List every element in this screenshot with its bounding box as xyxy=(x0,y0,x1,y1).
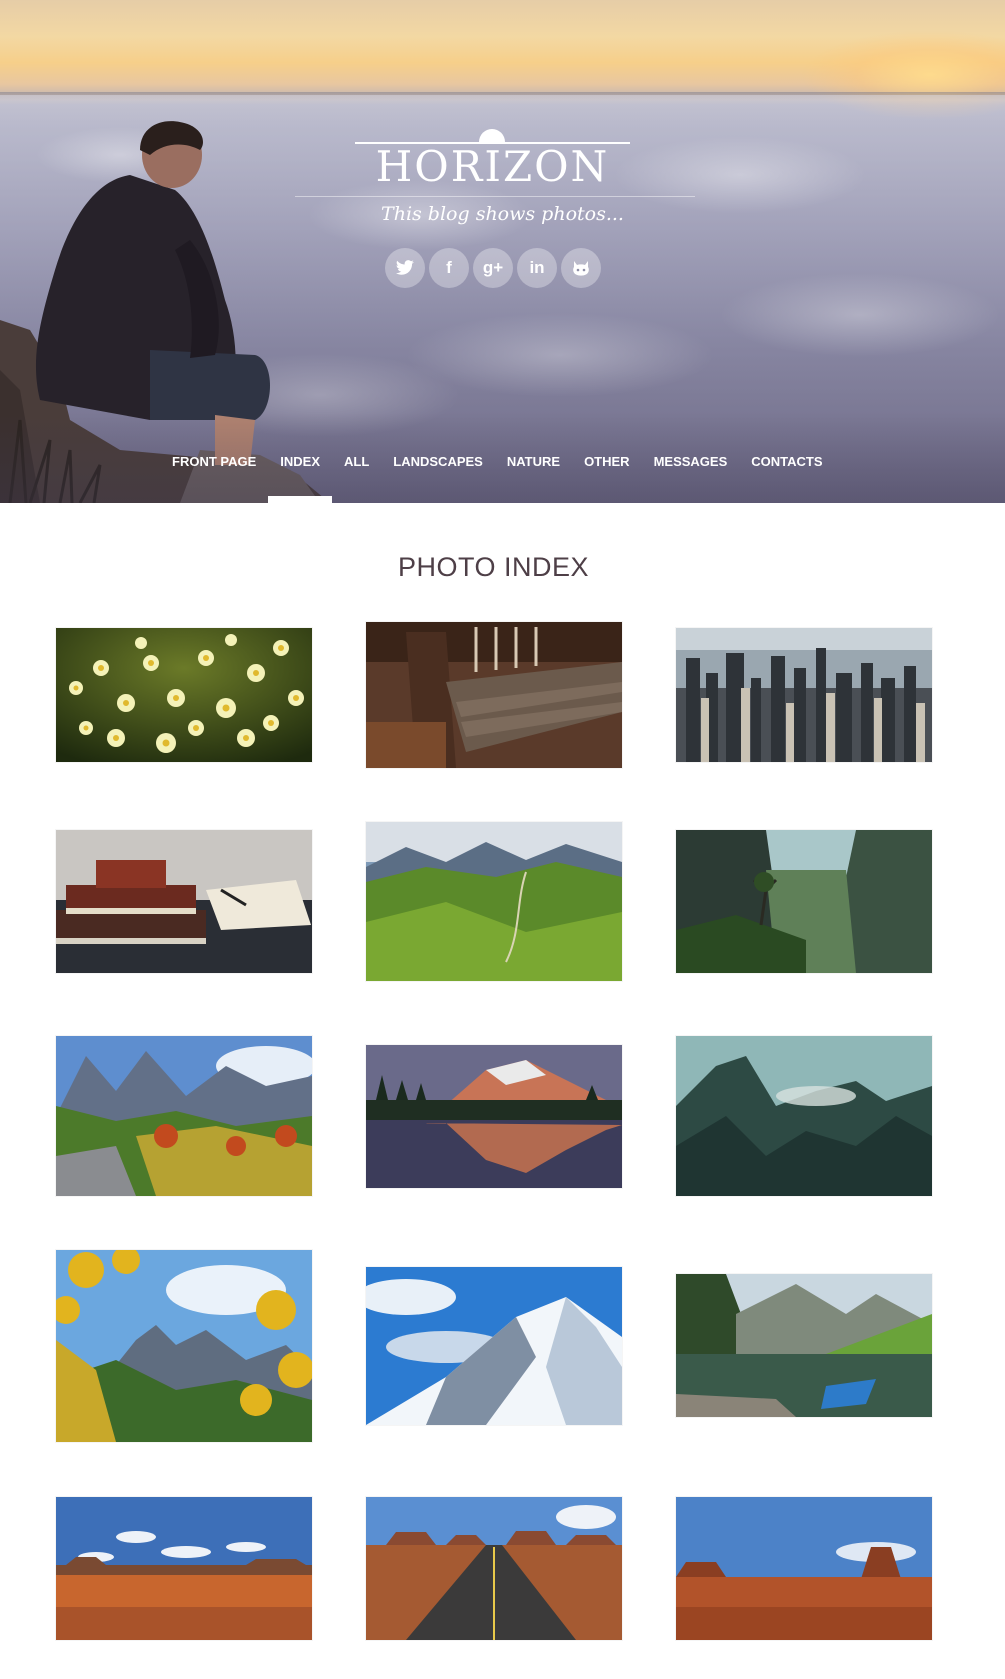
nav-front-page[interactable]: FRONT PAGE xyxy=(160,452,268,472)
linkedin-icon[interactable]: in xyxy=(517,248,557,288)
logo-text: HORIZON xyxy=(375,142,610,191)
nav-landscapes[interactable]: LANDSCAPES xyxy=(381,452,495,472)
nav-all[interactable]: ALL xyxy=(332,452,381,472)
photo-thumbnail-cliff-tree[interactable] xyxy=(676,830,932,973)
logo-divider xyxy=(295,196,695,197)
photo-thumbnail-snowy-mountain[interactable] xyxy=(366,1267,622,1425)
photo-thumbnail-desert-road[interactable] xyxy=(366,1497,622,1640)
page-title: PHOTO INDEX xyxy=(397,552,590,582)
photo-thumbnail-bench[interactable] xyxy=(366,622,622,768)
photo-thumbnail-green-valley[interactable] xyxy=(366,822,622,981)
photo-thumbnail-autumn-leaves[interactable] xyxy=(56,1250,312,1442)
site-tagline: This blog shows photos... xyxy=(381,203,624,225)
nav-contacts[interactable]: CONTACTS xyxy=(739,452,834,472)
google-plus-icon[interactable]: g+ xyxy=(473,248,513,288)
facebook-icon[interactable]: f xyxy=(429,248,469,288)
hero-banner: HORIZON This blog shows photos... f g+ i… xyxy=(0,0,1005,503)
photo-thumbnail-daisies[interactable] xyxy=(56,628,312,762)
twitter-icon[interactable] xyxy=(385,248,425,288)
photo-thumbnail-autumn-creek[interactable] xyxy=(56,1036,312,1196)
logo-sun-icon xyxy=(479,129,505,143)
main-nav: FRONT PAGE INDEX ALL LANDSCAPES NATURE O… xyxy=(160,452,835,503)
social-links: f g+ in xyxy=(385,248,601,288)
site-logo[interactable]: HORIZON xyxy=(355,126,630,196)
nav-messages[interactable]: MESSAGES xyxy=(642,452,740,472)
nav-index[interactable]: INDEX xyxy=(268,452,332,503)
photo-thumbnail-misty-mountains[interactable] xyxy=(676,1036,932,1196)
photo-thumbnail-lake-boat[interactable] xyxy=(676,1274,932,1417)
photo-thumbnail-monument-valley[interactable] xyxy=(676,1497,932,1640)
photo-thumbnail-books[interactable] xyxy=(56,830,312,973)
nav-nature[interactable]: NATURE xyxy=(495,452,572,472)
photo-thumbnail-lake-reflection[interactable] xyxy=(366,1045,622,1188)
photo-thumbnail-city[interactable] xyxy=(676,628,932,762)
github-icon[interactable] xyxy=(561,248,601,288)
photo-thumbnail-desert-plain[interactable] xyxy=(56,1497,312,1640)
nav-other[interactable]: OTHER xyxy=(572,452,642,472)
